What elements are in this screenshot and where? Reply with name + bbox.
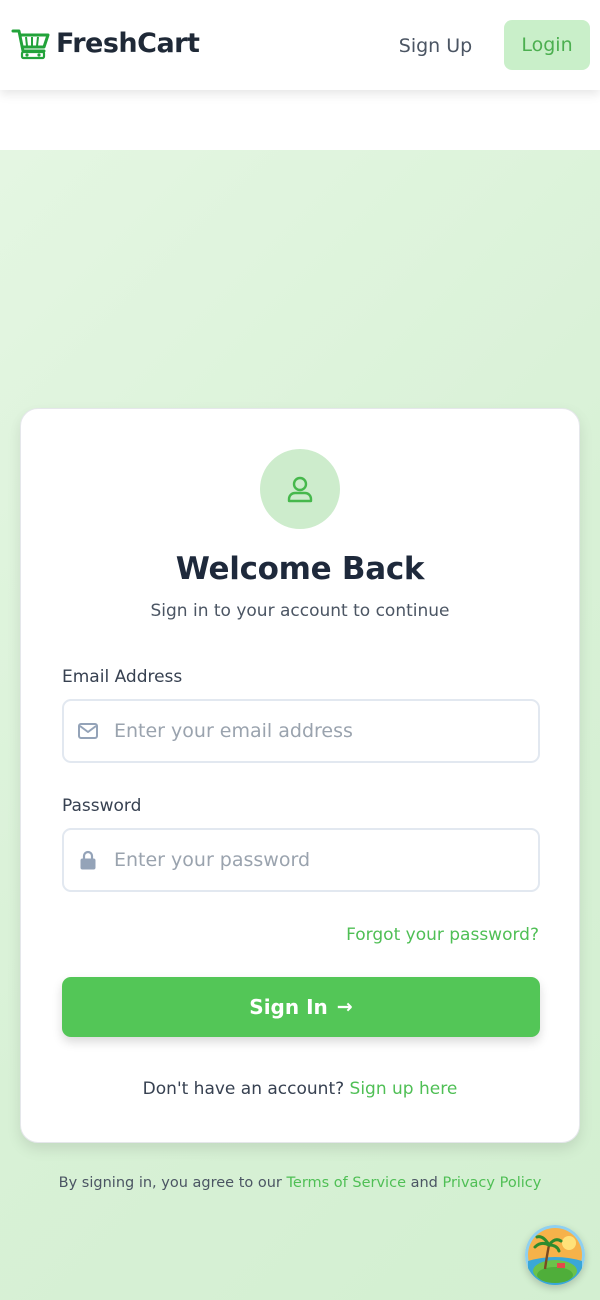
sign-in-button[interactable]: Sign In → [62,977,540,1037]
beach-island-icon [525,1225,585,1285]
signup-here-link[interactable]: Sign up here [350,1079,458,1099]
signup-prompt: Don't have an account? Sign up here [21,1077,579,1101]
terms-prefix: By signing in, you agree to our [58,1175,282,1191]
shopping-cart-icon [11,29,50,60]
login-card: Welcome Back Sign in to your account to … [20,408,580,1143]
page-title: Welcome Back [175,551,425,587]
privacy-policy-link[interactable]: Privacy Policy [442,1175,541,1191]
nav-login-button[interactable]: Login [504,20,590,70]
terms-notice: By signing in, you agree to our Terms of… [0,1172,600,1194]
avatar-badge [260,449,340,529]
terms-conjunction: and [410,1175,438,1191]
top-navbar: FreshCart Sign Up Login [0,0,600,90]
email-field-container[interactable] [62,699,540,763]
page-subtitle: Sign in to your account to continue [150,601,450,621]
arrow-right-icon: → [336,996,353,1018]
no-account-text: Don't have an account? [142,1079,345,1099]
sign-in-label: Sign In [249,995,328,1019]
password-label: Password [62,796,142,816]
terms-of-service-link[interactable]: Terms of Service [287,1175,406,1191]
password-field-container[interactable] [62,828,540,892]
envelope-icon [78,723,98,739]
nav-signup-link[interactable]: Sign Up [378,26,493,66]
user-icon [287,476,313,503]
lock-icon [80,850,96,870]
email-label: Email Address [62,667,183,687]
forgot-password-link[interactable]: Forgot your password? [346,923,539,947]
brand-logo[interactable]: FreshCart [11,27,200,61]
floating-badge-button[interactable] [525,1225,585,1285]
password-field[interactable] [114,840,524,880]
brand-name: FreshCart [56,28,200,59]
email-field[interactable] [114,711,524,751]
